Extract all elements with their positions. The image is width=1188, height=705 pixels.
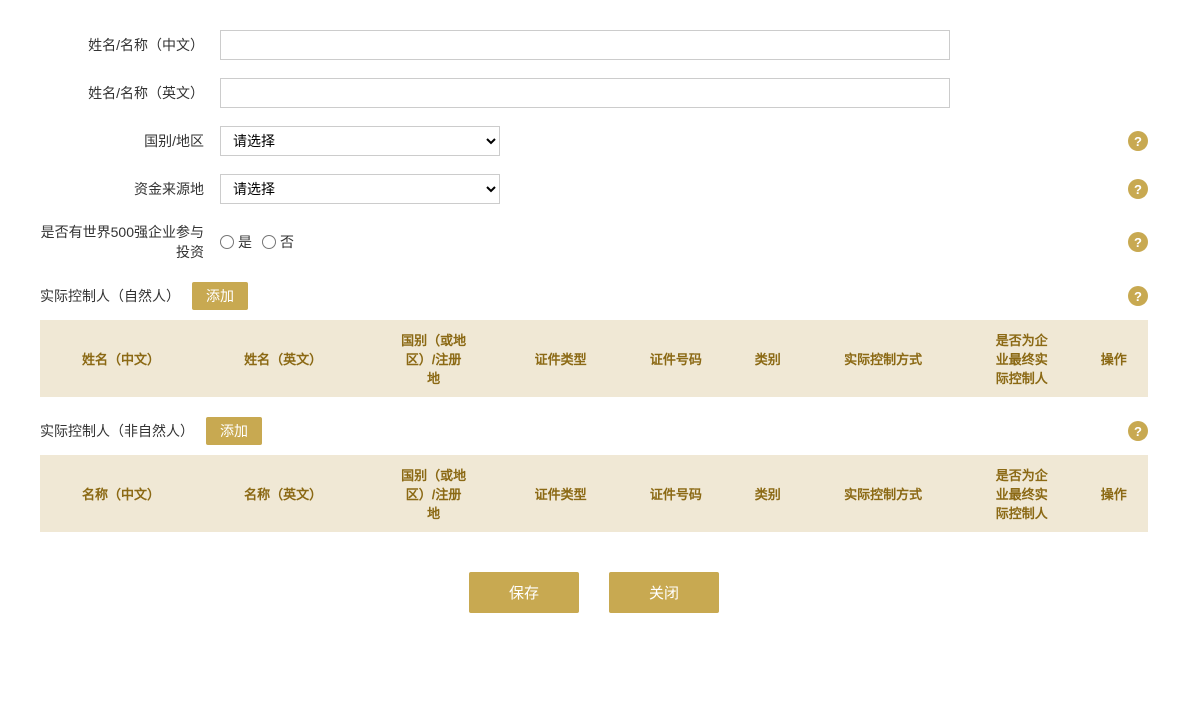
fund-source-label: 资金来源地	[40, 179, 220, 199]
save-button[interactable]: 保存	[469, 572, 579, 613]
radio-no-label: 否	[280, 232, 294, 252]
natural-section-header: 实际控制人（自然人） 添加 ?	[40, 282, 1148, 310]
name-en-row: 姓名/名称（英文）	[40, 78, 1148, 108]
country-label: 国别/地区	[40, 131, 220, 151]
fund-source-help-icon[interactable]: ?	[1128, 179, 1148, 199]
radio-no-item[interactable]: 否	[262, 232, 294, 252]
name-cn-label: 姓名/名称（中文）	[40, 35, 220, 55]
close-button[interactable]: 关闭	[609, 572, 719, 613]
non-natural-col-control-method: 实际控制方式	[802, 455, 964, 532]
natural-col-name-en: 姓名（英文）	[202, 320, 364, 397]
natural-col-category: 类别	[734, 320, 802, 397]
natural-add-button[interactable]: 添加	[192, 282, 248, 310]
fund-source-select[interactable]: 请选择	[220, 174, 500, 204]
fortune500-help-icon[interactable]: ?	[1128, 232, 1148, 252]
fund-source-row: 资金来源地 请选择 ?	[40, 174, 1148, 204]
name-cn-row: 姓名/名称（中文）	[40, 30, 1148, 60]
natural-col-cert-num: 证件号码	[618, 320, 733, 397]
non-natural-table: 名称（中文） 名称（英文） 国别（或地区）/注册地 证件类型 证件号码 类别 实…	[40, 455, 1148, 532]
natural-col-is-ultimate: 是否为企业最终实际控制人	[964, 320, 1079, 397]
non-natural-table-header-row: 名称（中文） 名称（英文） 国别（或地区）/注册地 证件类型 证件号码 类别 实…	[40, 455, 1148, 532]
radio-yes-input[interactable]	[220, 235, 234, 249]
non-natural-col-category: 类别	[734, 455, 802, 532]
non-natural-col-name-en: 名称（英文）	[202, 455, 364, 532]
name-cn-input[interactable]	[220, 30, 950, 60]
natural-help-icon[interactable]: ?	[1128, 286, 1148, 306]
natural-table-header-row: 姓名（中文） 姓名（英文） 国别（或地区）/注册地 证件类型 证件号码 类别 实…	[40, 320, 1148, 397]
natural-col-cert-type: 证件类型	[503, 320, 618, 397]
country-select[interactable]: 请选择	[220, 126, 500, 156]
fortune500-radio-group: 是 否	[220, 232, 294, 252]
country-row: 国别/地区 请选择 ?	[40, 126, 1148, 156]
name-en-label: 姓名/名称（英文）	[40, 83, 220, 103]
non-natural-section-title: 实际控制人（非自然人）	[40, 421, 194, 441]
non-natural-col-cert-num: 证件号码	[618, 455, 733, 532]
non-natural-col-is-ultimate: 是否为企业最终实际控制人	[964, 455, 1079, 532]
non-natural-col-name-cn: 名称（中文）	[40, 455, 202, 532]
non-natural-col-cert-type: 证件类型	[503, 455, 618, 532]
form-section: 姓名/名称（中文） 姓名/名称（英文） 国别/地区 请选择 ? 资金来源地 请选…	[40, 30, 1148, 532]
natural-section-title: 实际控制人（自然人）	[40, 286, 180, 306]
natural-col-country: 国别（或地区）/注册地	[364, 320, 503, 397]
natural-col-control-method: 实际控制方式	[802, 320, 964, 397]
fortune500-row: 是否有世界500强企业参与投资 是 否 ?	[40, 222, 1148, 262]
fortune500-label: 是否有世界500强企业参与投资	[40, 222, 220, 262]
radio-yes-label: 是	[238, 232, 252, 252]
non-natural-add-button[interactable]: 添加	[206, 417, 262, 445]
non-natural-col-country: 国别（或地区）/注册地	[364, 455, 503, 532]
non-natural-col-operation: 操作	[1079, 455, 1148, 532]
radio-yes-item[interactable]: 是	[220, 232, 252, 252]
non-natural-help-icon[interactable]: ?	[1128, 421, 1148, 441]
natural-col-name-cn: 姓名（中文）	[40, 320, 202, 397]
radio-no-input[interactable]	[262, 235, 276, 249]
bottom-buttons: 保存 关闭	[40, 572, 1148, 613]
natural-table: 姓名（中文） 姓名（英文） 国别（或地区）/注册地 证件类型 证件号码 类别 实…	[40, 320, 1148, 397]
name-en-input[interactable]	[220, 78, 950, 108]
natural-col-operation: 操作	[1079, 320, 1148, 397]
country-help-icon[interactable]: ?	[1128, 131, 1148, 151]
non-natural-section-header: 实际控制人（非自然人） 添加 ?	[40, 417, 1148, 445]
